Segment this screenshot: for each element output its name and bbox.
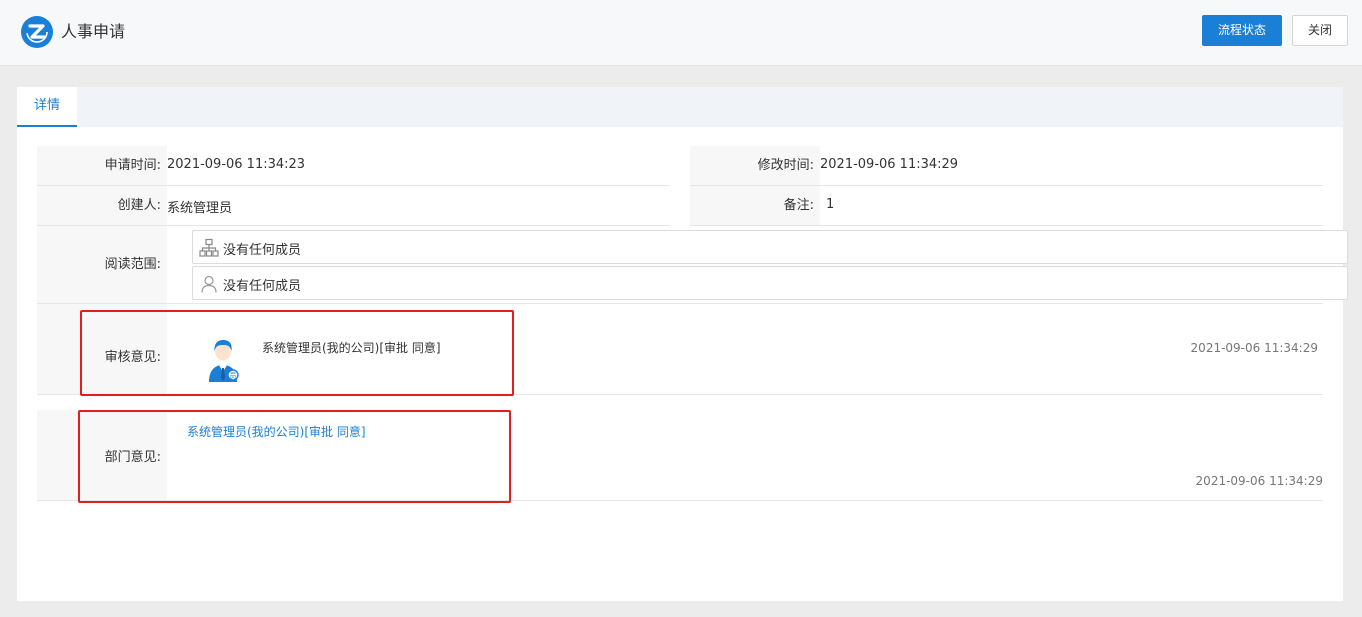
review-opinion-row: 审核意见: 员 系统管理员(我的公司)[审批 同意] 2021-09-06 11… (37, 304, 1323, 395)
read-scope-label: 阅读范围: (37, 226, 167, 303)
user-avatar-icon: 员 (205, 338, 241, 382)
svg-text:员: 员 (230, 372, 237, 380)
remark-label: 备注: (690, 186, 820, 225)
remark-row: 备注: 1 (690, 186, 1323, 226)
modify-time-row: 修改时间: 2021-09-06 11:34:29 (690, 146, 1323, 186)
tab-details[interactable]: 详情 (17, 87, 77, 127)
apply-time-value: 2021-09-06 11:34:23 (167, 157, 306, 172)
dept-opinion-row: 部门意见: 系统管理员(我的公司)[审批 同意] 2021-09-06 11:3… (37, 410, 1323, 501)
creator-value: 系统管理员 (167, 201, 233, 216)
tab-bar: 详情 (17, 87, 1343, 127)
modify-time-value: 2021-09-06 11:34:29 (820, 157, 959, 172)
user-scope-box[interactable]: 没有任何成员 (192, 266, 1348, 300)
dept-opinion-entry[interactable]: 系统管理员(我的公司)[审批 同意] (187, 423, 366, 440)
user-scope-text: 没有任何成员 (223, 279, 302, 294)
user-icon (199, 274, 219, 294)
dept-opinion-time: 2021-09-06 11:34:29 (1195, 474, 1323, 488)
close-button[interactable]: 关闭 (1292, 15, 1348, 46)
apply-time-label: 申请时间: (37, 146, 167, 185)
flow-status-button[interactable]: 流程状态 (1202, 15, 1282, 46)
modify-time-label: 修改时间: (690, 146, 820, 185)
review-opinion-entry: 系统管理员(我的公司)[审批 同意] (262, 341, 441, 355)
org-chart-icon (199, 238, 219, 258)
brand-logo-icon (21, 16, 53, 48)
review-opinion-time: 2021-09-06 11:34:29 (1190, 341, 1318, 355)
apply-time-row: 申请时间: 2021-09-06 11:34:23 (37, 146, 670, 186)
app-header: 人事申请 流程状态 关闭 (0, 0, 1362, 66)
review-opinion-label: 审核意见: (37, 304, 167, 394)
dept-opinion-label: 部门意见: (37, 410, 167, 500)
remark-value: 1 (826, 197, 835, 212)
page-title: 人事申请 (61, 22, 126, 41)
department-scope-text: 没有任何成员 (223, 243, 302, 258)
detail-panel: 详情 申请时间: 2021-09-06 11:34:23 修改时间: 2021-… (17, 87, 1348, 601)
read-scope-row: 阅读范围: 没有任何成员 没有任何成员 (37, 226, 1348, 304)
creator-label: 创建人: (37, 186, 167, 225)
creator-row: 创建人: 系统管理员 (37, 186, 670, 226)
department-scope-box[interactable]: 没有任何成员 (192, 230, 1348, 264)
